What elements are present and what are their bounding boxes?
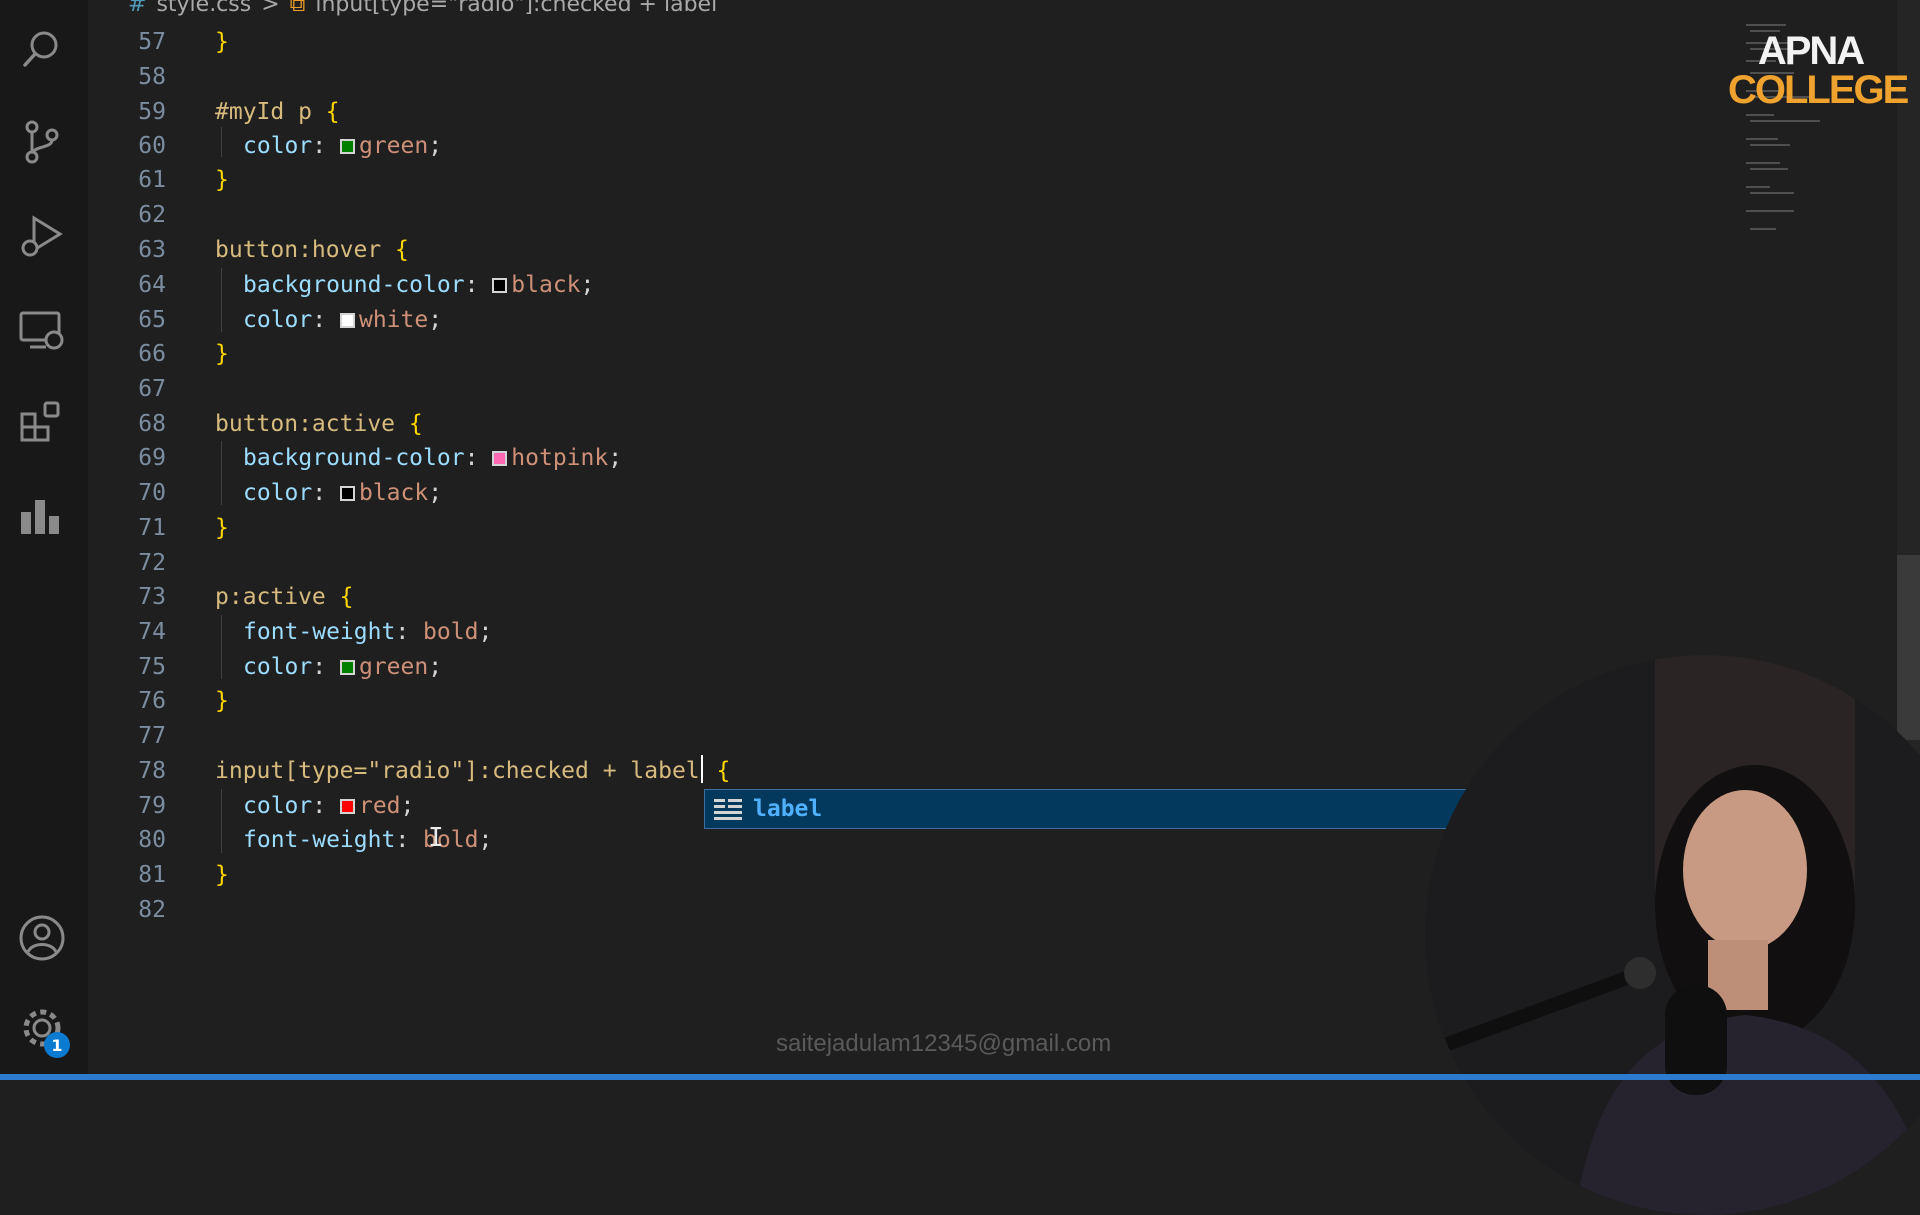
scrollbar-thumb[interactable]: [1897, 555, 1920, 740]
line-number: 66: [138, 341, 166, 367]
activity-bar: 1: [0, 0, 88, 1080]
line-number: 73: [138, 584, 166, 610]
color-swatch[interactable]: [339, 486, 355, 501]
code-line: 59 #myId p {: [88, 95, 1588, 129]
line-number: 60: [138, 133, 166, 159]
code-text: p:active {: [215, 584, 354, 610]
line-number: 59: [138, 99, 166, 125]
code-text: color: green;: [243, 654, 443, 680]
suggestion-label: label: [753, 796, 823, 822]
code-line: 74 font-weight: bold;: [88, 615, 1588, 649]
code-text: font-weight: bold;: [243, 619, 493, 645]
code-line: 69 background-color: hotpink;: [88, 441, 1588, 475]
code-line: 68 button:active {: [88, 407, 1588, 441]
code-line: 62: [88, 198, 1588, 232]
code-text: font-weight: bold;: [243, 827, 493, 853]
code-text: }: [215, 688, 229, 714]
code-line: 81 }: [88, 858, 1588, 892]
code-line: 63 button:hover {: [88, 233, 1588, 267]
code-text: background-color: hotpink;: [243, 445, 623, 471]
code-line: 64 background-color: black;: [88, 268, 1588, 302]
account-icon[interactable]: [14, 910, 70, 966]
settings-badge: 1: [44, 1032, 70, 1058]
code-text: input[type="radio"]:checked + label {: [215, 754, 730, 788]
code-line: 72: [88, 546, 1588, 580]
code-line: 73 p:active {: [88, 580, 1588, 614]
code-text: }: [215, 862, 229, 888]
color-swatch[interactable]: [339, 660, 355, 675]
line-number: 78: [138, 758, 166, 784]
text-symbol-icon: [714, 799, 742, 820]
line-number: 72: [138, 550, 166, 576]
code-text: }: [215, 515, 229, 541]
code-text: #myId p {: [215, 99, 340, 125]
code-line: 58: [88, 60, 1588, 94]
apna-college-logo: APNA COLLEGE: [1728, 29, 1909, 112]
code-line: 70 color: black;: [88, 476, 1588, 510]
extensions-icon[interactable]: [14, 394, 70, 450]
code-text: button:hover {: [215, 237, 409, 263]
code-line-active: 78 input[type="radio"]:checked + label {: [88, 754, 1588, 788]
line-number: 70: [138, 480, 166, 506]
code-line: 82: [88, 893, 1588, 927]
code-text: color: green;: [243, 133, 443, 159]
code-text: }: [215, 167, 229, 193]
line-number: 65: [138, 307, 166, 333]
email-watermark: saitejadulam12345@gmail.com: [776, 1030, 1112, 1057]
code-line: 60 color: green;: [88, 129, 1588, 163]
search-icon[interactable]: [14, 22, 70, 78]
logo-line2: COLLEGE: [1728, 68, 1909, 112]
color-swatch[interactable]: [492, 451, 508, 466]
color-swatch[interactable]: [492, 278, 508, 293]
line-number: 63: [138, 237, 166, 263]
color-swatch[interactable]: [339, 313, 355, 328]
line-number: 71: [138, 515, 166, 541]
text-cursor: [700, 755, 703, 783]
line-number: 79: [138, 793, 166, 819]
code-text: button:active {: [215, 411, 423, 437]
line-number: 82: [138, 897, 166, 923]
line-number: 80: [138, 827, 166, 853]
remote-explorer-icon[interactable]: [14, 302, 70, 358]
code-line: 57 }: [88, 25, 1588, 59]
line-number: 58: [138, 64, 166, 90]
code-line: 71 }: [88, 511, 1588, 545]
status-bar: [0, 1074, 1920, 1080]
line-number: 67: [138, 376, 166, 402]
line-number: 74: [138, 619, 166, 645]
ibeam-cursor-icon: I: [428, 823, 444, 853]
code-text: color: white;: [243, 307, 443, 333]
code-line: 65 color: white;: [88, 303, 1588, 337]
source-control-icon[interactable]: [14, 114, 70, 170]
line-number: 75: [138, 654, 166, 680]
logo-line1: APNA: [1757, 29, 1865, 73]
code-line: 66 }: [88, 337, 1588, 371]
color-swatch[interactable]: [339, 799, 355, 814]
line-number: 76: [138, 688, 166, 714]
code-text: }: [215, 341, 229, 367]
code-text: }: [215, 29, 229, 55]
code-line: 61 }: [88, 163, 1588, 197]
code-text: color: red;: [243, 793, 415, 819]
line-number: 62: [138, 202, 166, 228]
run-debug-icon[interactable]: [14, 208, 70, 264]
line-number: 69: [138, 445, 166, 471]
code-line: 76 }: [88, 684, 1588, 718]
autocomplete-suggestion[interactable]: label: [704, 789, 1494, 829]
code-line: 75 color: green;: [88, 650, 1588, 684]
line-number: 64: [138, 272, 166, 298]
line-number: 57: [138, 29, 166, 55]
line-number: 81: [138, 862, 166, 888]
code-line: 67: [88, 372, 1588, 406]
line-number: 68: [138, 411, 166, 437]
line-number: 61: [138, 167, 166, 193]
charts-icon[interactable]: [14, 488, 70, 544]
code-text: background-color: black;: [243, 272, 595, 298]
code-text: color: black;: [243, 480, 443, 506]
code-line: 77: [88, 719, 1588, 753]
line-number: 77: [138, 723, 166, 749]
color-swatch[interactable]: [339, 139, 355, 154]
